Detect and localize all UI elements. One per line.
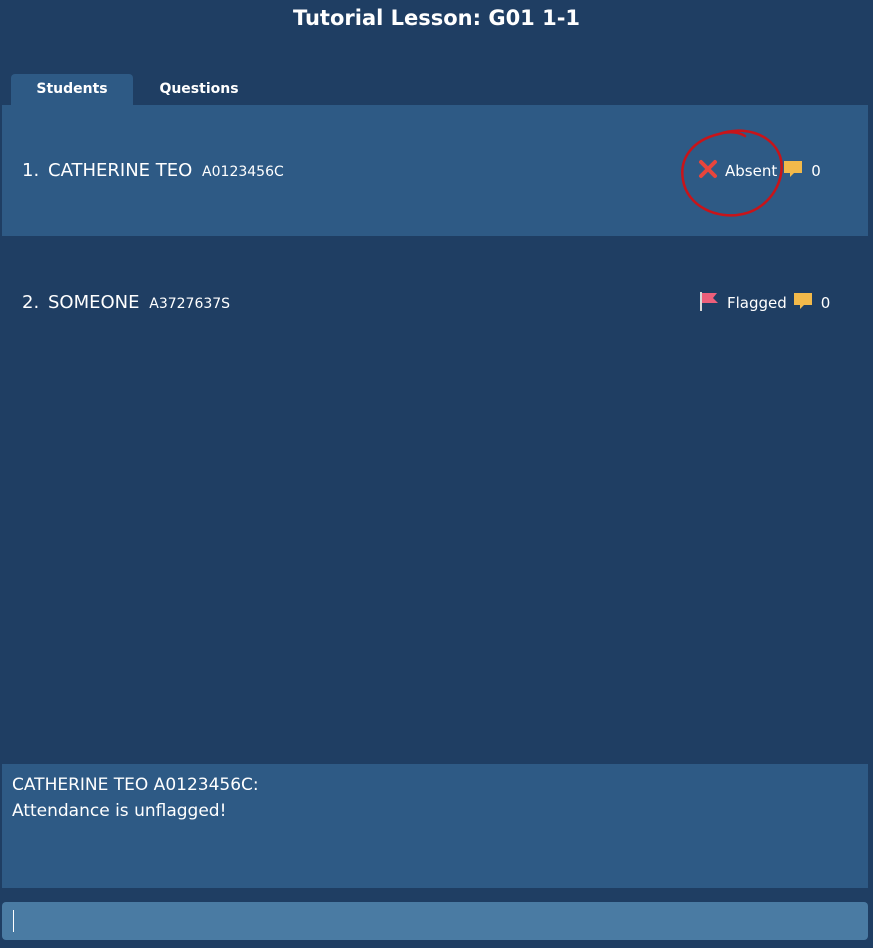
- attendance-status: Flagged 0: [698, 290, 830, 316]
- flag-icon: [698, 290, 720, 316]
- result-line: Attendance is unflagged!: [12, 801, 227, 821]
- comment-count: 0: [820, 293, 831, 312]
- comment-count: 0: [811, 161, 821, 180]
- student-index: 2.: [22, 292, 40, 313]
- comment-icon: [783, 159, 803, 183]
- page-title: Tutorial Lesson: G01 1-1: [292, 6, 581, 30]
- attendance-status: Absent 0: [698, 159, 821, 183]
- student-id: A3727637S: [149, 296, 231, 312]
- command-input[interactable]: [2, 902, 868, 940]
- status-label: Absent: [725, 161, 778, 180]
- student-name: SOMEONE: [48, 292, 140, 313]
- student-id: A0123456C: [202, 164, 284, 180]
- status-label: Flagged: [727, 293, 787, 312]
- text-caret: [13, 910, 14, 932]
- result-line: CATHERINE TEO A0123456C:: [12, 775, 259, 795]
- result-display: CATHERINE TEO A0123456C: Attendance is u…: [2, 764, 868, 888]
- student-list: 1. CATHERINE TEO A0123456C Absent 0 2. S…: [2, 105, 868, 760]
- student-name: CATHERINE TEO: [48, 160, 193, 181]
- tab-bar: Students Questions: [11, 74, 265, 105]
- student-index: 1.: [22, 160, 40, 181]
- comment-icon: [793, 291, 813, 315]
- student-name-group: CATHERINE TEO A0123456C: [48, 160, 284, 181]
- tab-students[interactable]: Students: [11, 74, 133, 105]
- cross-icon: [698, 159, 718, 183]
- app-window: Tutorial Lesson: G01 1-1 Students Questi…: [0, 0, 873, 948]
- student-row[interactable]: 2. SOMEONE A3727637S Flagged 0: [2, 237, 868, 368]
- student-row[interactable]: 1. CATHERINE TEO A0123456C Absent 0: [2, 105, 868, 236]
- tab-questions[interactable]: Questions: [133, 74, 265, 105]
- student-name-group: SOMEONE A3727637S: [48, 292, 230, 313]
